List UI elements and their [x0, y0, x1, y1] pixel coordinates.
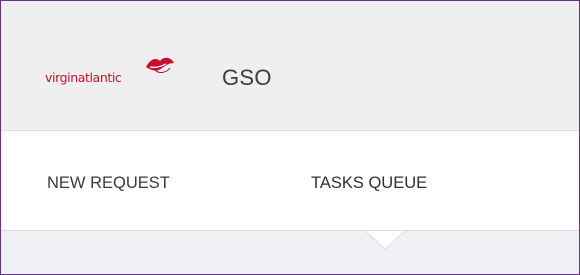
- tab-tasks-queue[interactable]: TASKS QUEUE: [311, 174, 427, 193]
- tab-new-request[interactable]: NEW REQUEST: [47, 174, 170, 193]
- logo-text: virginatlantic: [45, 70, 122, 85]
- content-area: [1, 230, 579, 274]
- nav-tabs: NEW REQUEST TASKS QUEUE: [1, 131, 579, 230]
- caret-up-icon: [365, 230, 405, 250]
- app-title: GSO: [222, 65, 272, 90]
- virgin-atlantic-logo[interactable]: virginatlantic: [45, 55, 195, 95]
- app-window: virginatlantic GSO NEW REQUEST TASKS QUE…: [0, 0, 580, 275]
- lips-icon: [146, 57, 174, 73]
- header-bar: virginatlantic GSO: [1, 1, 579, 131]
